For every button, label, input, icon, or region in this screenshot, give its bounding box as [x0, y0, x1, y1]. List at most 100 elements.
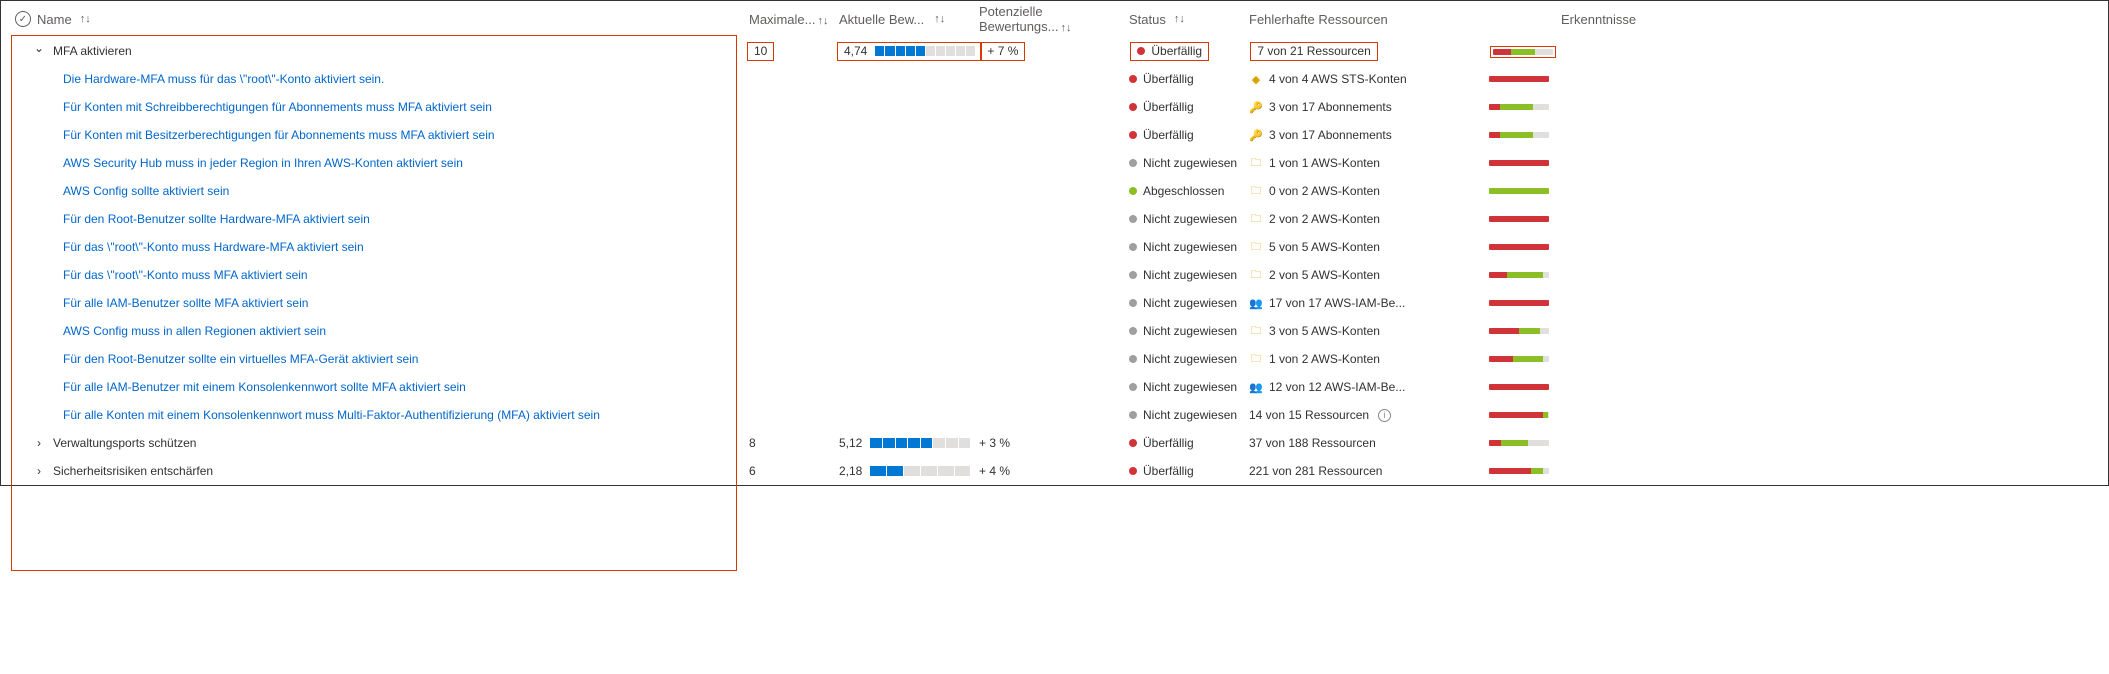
- select-all-checkbox[interactable]: ✓: [15, 11, 31, 27]
- max-score: 6: [749, 464, 756, 478]
- status-text: Überfällig: [1143, 436, 1194, 450]
- recommendation-link[interactable]: Die Hardware-MFA muss für das \"root\"-K…: [63, 72, 384, 86]
- folder-icon: 🗀: [1249, 184, 1263, 198]
- status-dot-icon: [1129, 103, 1137, 111]
- folder-icon: 🗀: [1249, 268, 1263, 282]
- resource-bar: [1489, 188, 1549, 194]
- chevron-down-icon[interactable]: [31, 44, 47, 58]
- col-current-header[interactable]: Aktuelle Bew...: [839, 12, 924, 27]
- highlight-box: 7 von 21 Ressourcen: [1250, 42, 1377, 61]
- status-dot-icon: [1129, 299, 1137, 307]
- recommendations-table: ✓ Name ↑↓ Maximale...↑↓ Aktuelle Bew...↑…: [1, 1, 2108, 485]
- chevron-right-icon[interactable]: [31, 436, 47, 450]
- group-row[interactable]: MFA aktivieren104,74+ 7 %Überfällig7 von…: [1, 37, 2108, 65]
- recommendation-row[interactable]: Für alle IAM-Benutzer mit einem Konsolen…: [1, 373, 2108, 401]
- resources-text: 17 von 17 AWS-IAM-Be...: [1269, 296, 1405, 310]
- resource-bar: [1489, 160, 1549, 166]
- resources-text: 1 von 1 AWS-Konten: [1269, 156, 1380, 170]
- sort-icon[interactable]: ↑↓: [817, 15, 828, 27]
- recommendation-row[interactable]: Für den Root-Benutzer sollte ein virtuel…: [1, 345, 2108, 373]
- recommendation-row[interactable]: Für den Root-Benutzer sollte Hardware-MF…: [1, 205, 2108, 233]
- col-max-header[interactable]: Maximale...: [749, 12, 815, 27]
- col-potential-header[interactable]: Potenzielle Bewertungs...: [979, 4, 1059, 34]
- status-dot-icon: [1129, 467, 1137, 475]
- current-score: 5,12: [839, 436, 862, 450]
- status-dot-icon: [1129, 243, 1137, 251]
- status-text: Überfällig: [1143, 464, 1194, 478]
- status-text: Nicht zugewiesen: [1143, 408, 1237, 422]
- resources-text: 37 von 188 Ressourcen: [1249, 436, 1376, 450]
- recommendation-row[interactable]: AWS Security Hub muss in jeder Region in…: [1, 149, 2108, 177]
- col-resources-header[interactable]: Fehlerhafte Ressourcen: [1249, 12, 1388, 27]
- col-name-header[interactable]: Name: [37, 12, 72, 27]
- status-text: Überfällig: [1143, 72, 1194, 86]
- sort-icon[interactable]: ↑↓: [934, 13, 945, 25]
- col-insights-header[interactable]: Erkenntnisse: [1561, 12, 1636, 27]
- recommendation-link[interactable]: Für den Root-Benutzer sollte ein virtuel…: [63, 352, 418, 366]
- group-row[interactable]: Verwaltungsports schützen85,12+ 3 %Überf…: [1, 429, 2108, 457]
- status-dot-icon: [1137, 47, 1145, 55]
- recommendation-link[interactable]: AWS Security Hub muss in jeder Region in…: [63, 156, 463, 170]
- max-score: 8: [749, 436, 756, 450]
- recommendation-row[interactable]: Für alle IAM-Benutzer sollte MFA aktivie…: [1, 289, 2108, 317]
- status-text: Nicht zugewiesen: [1143, 240, 1237, 254]
- resource-bar: [1493, 49, 1553, 55]
- recommendation-row[interactable]: Die Hardware-MFA muss für das \"root\"-K…: [1, 65, 2108, 93]
- recommendation-row[interactable]: AWS Config muss in allen Regionen aktivi…: [1, 317, 2108, 345]
- highlight-box: 10: [747, 42, 774, 61]
- status-dot-icon: [1129, 215, 1137, 223]
- highlight-box: + 7 %: [980, 42, 1025, 61]
- sort-icon[interactable]: ↑↓: [1174, 13, 1185, 25]
- recommendation-link[interactable]: Für alle IAM-Benutzer mit einem Konsolen…: [63, 380, 466, 394]
- sort-icon[interactable]: ↑↓: [80, 13, 91, 25]
- recommendation-link[interactable]: Für das \"root\"-Konto muss Hardware-MFA…: [63, 240, 364, 254]
- recommendation-link[interactable]: Für Konten mit Schreibberechtigungen für…: [63, 100, 492, 114]
- resources-text: 221 von 281 Ressourcen: [1249, 464, 1382, 478]
- key-icon: 🔑: [1249, 100, 1263, 114]
- status-text: Nicht zugewiesen: [1143, 268, 1237, 282]
- resources-text: 4 von 4 AWS STS-Konten: [1269, 72, 1407, 86]
- recommendation-row[interactable]: AWS Config sollte aktiviert seinAbgeschl…: [1, 177, 2108, 205]
- resources-text: 3 von 5 AWS-Konten: [1269, 324, 1380, 338]
- resources-text: 5 von 5 AWS-Konten: [1269, 240, 1380, 254]
- recommendation-row[interactable]: Für das \"root\"-Konto muss MFA aktivier…: [1, 261, 2108, 289]
- people-icon: 👥: [1249, 296, 1263, 310]
- recommendation-link[interactable]: Für alle IAM-Benutzer sollte MFA aktivie…: [63, 296, 308, 310]
- cube-icon: ◆: [1249, 72, 1263, 86]
- resource-bar: [1489, 384, 1549, 390]
- group-name: MFA aktivieren: [53, 44, 132, 58]
- status-dot-icon: [1129, 271, 1137, 279]
- status-dot-icon: [1129, 131, 1137, 139]
- sort-icon[interactable]: ↑↓: [1061, 22, 1072, 34]
- recommendation-link[interactable]: Für Konten mit Besitzerberechtigungen fü…: [63, 128, 495, 142]
- recommendation-link[interactable]: Für den Root-Benutzer sollte Hardware-MF…: [63, 212, 370, 226]
- recommendation-row[interactable]: Für alle Konten mit einem Konsolenkennwo…: [1, 401, 2108, 429]
- group-row[interactable]: Sicherheitsrisiken entschärfen62,18+ 4 %…: [1, 457, 2108, 485]
- recommendation-link[interactable]: AWS Config sollte aktiviert sein: [63, 184, 229, 198]
- recommendation-link[interactable]: AWS Config muss in allen Regionen aktivi…: [63, 324, 326, 338]
- recommendation-link[interactable]: Für alle Konten mit einem Konsolenkennwo…: [63, 408, 600, 422]
- resource-bar: [1489, 412, 1549, 418]
- resources-text: 2 von 2 AWS-Konten: [1269, 212, 1380, 226]
- current-score: 2,18: [839, 464, 862, 478]
- status-text: Nicht zugewiesen: [1143, 380, 1237, 394]
- status-dot-icon: [1129, 187, 1137, 195]
- recommendation-row[interactable]: Für Konten mit Schreibberechtigungen für…: [1, 93, 2108, 121]
- col-status-header[interactable]: Status: [1129, 12, 1166, 27]
- status-text: Nicht zugewiesen: [1143, 352, 1237, 366]
- chevron-right-icon[interactable]: [31, 464, 47, 478]
- info-icon[interactable]: i: [1378, 409, 1391, 422]
- status-text: Überfällig: [1143, 100, 1194, 114]
- recommendation-row[interactable]: Für das \"root\"-Konto muss Hardware-MFA…: [1, 233, 2108, 261]
- status-dot-icon: [1129, 411, 1137, 419]
- resources-text: 12 von 12 AWS-IAM-Be...: [1269, 380, 1405, 394]
- folder-icon: 🗀: [1249, 352, 1263, 366]
- highlight-box: 4,74: [837, 42, 982, 61]
- recommendation-link[interactable]: Für das \"root\"-Konto muss MFA aktivier…: [63, 268, 308, 282]
- folder-icon: 🗀: [1249, 240, 1263, 254]
- key-icon: 🔑: [1249, 128, 1263, 142]
- resource-bar: [1489, 76, 1549, 82]
- potential-score: + 4 %: [979, 464, 1010, 478]
- status-text: Überfällig: [1143, 128, 1194, 142]
- recommendation-row[interactable]: Für Konten mit Besitzerberechtigungen fü…: [1, 121, 2108, 149]
